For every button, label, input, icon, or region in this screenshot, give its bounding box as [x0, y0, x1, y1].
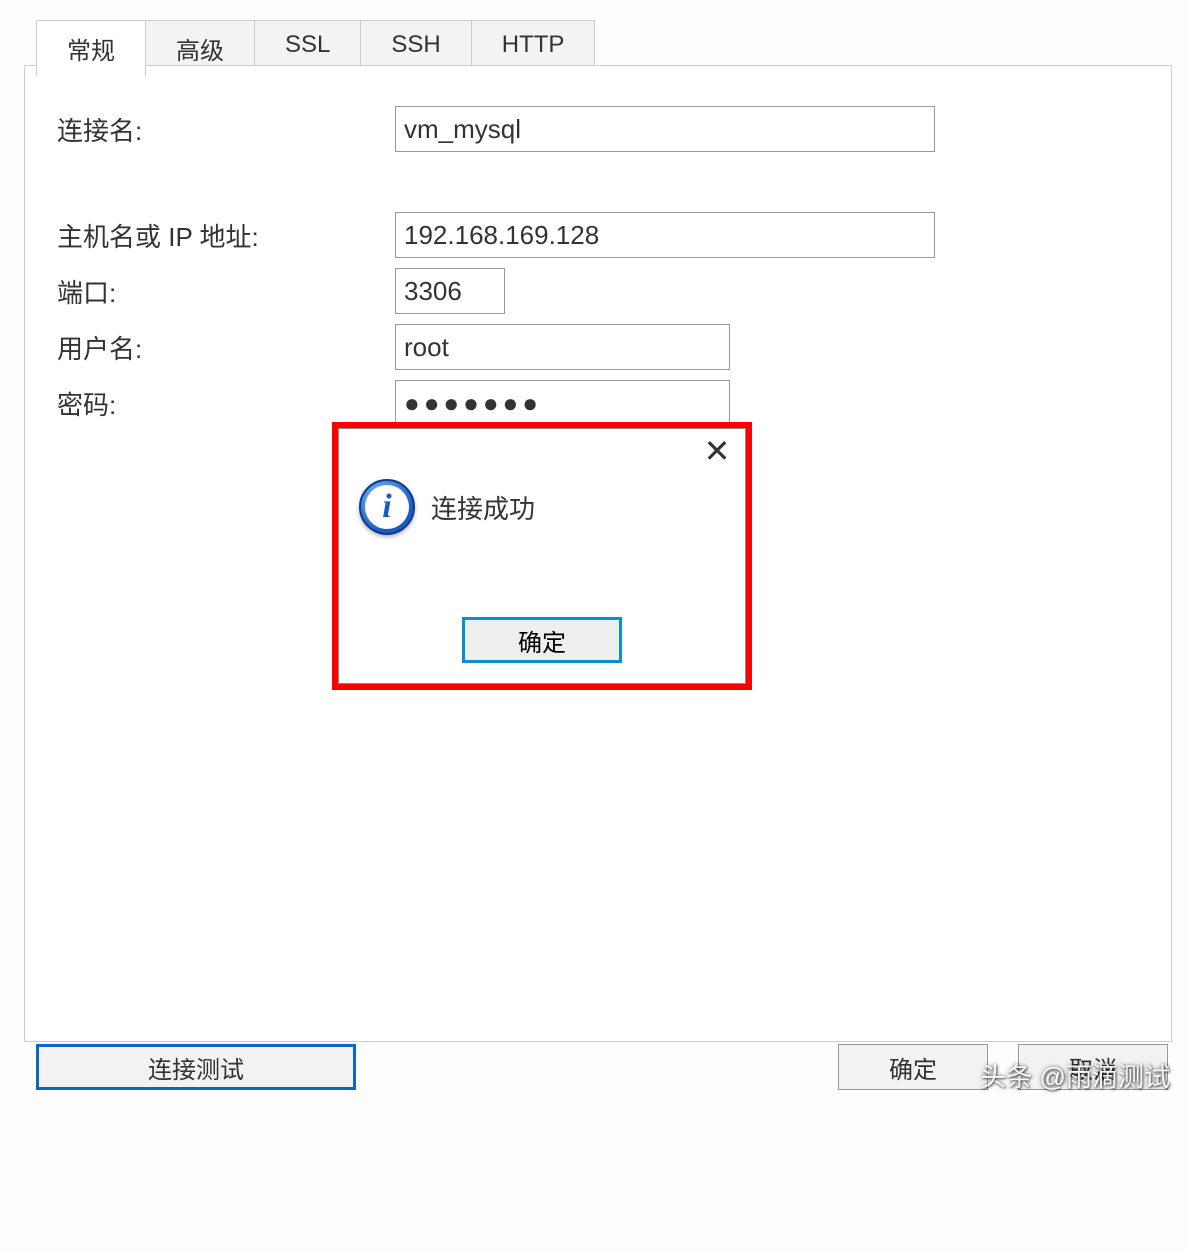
row-host: 主机名或 IP 地址: [25, 212, 1171, 258]
row-connection-name: 连接名: [25, 106, 1171, 152]
info-icon-glyph: i [365, 485, 409, 529]
dialog-footer: 确定 [339, 617, 745, 683]
message-dialog-inner: ✕ i 连接成功 确定 [338, 428, 746, 684]
input-port[interactable] [395, 268, 505, 314]
label-port: 端口: [25, 273, 395, 310]
cancel-button[interactable]: 取消 [1018, 1044, 1168, 1090]
tab-general[interactable]: 常规 [36, 20, 146, 77]
row-port: 端口: [25, 268, 1171, 314]
message-dialog: ✕ i 连接成功 确定 [332, 422, 752, 690]
row-user: 用户名: [25, 324, 1171, 370]
input-host[interactable] [395, 212, 935, 258]
connection-dialog-window: 常规 高级 SSL SSH HTTP 连接名: 主机名或 IP 地址: 端口: … [0, 0, 1188, 1252]
close-icon[interactable]: ✕ [699, 435, 735, 467]
label-connection-name: 连接名: [25, 111, 395, 148]
label-user: 用户名: [25, 329, 395, 366]
dialog-body: i 连接成功 [339, 429, 745, 555]
ok-button[interactable]: 确定 [838, 1044, 988, 1090]
row-password: 密码: [25, 380, 1171, 426]
dialog-ok-button[interactable]: 确定 [462, 617, 622, 663]
test-connection-button[interactable]: 连接测试 [36, 1044, 356, 1090]
input-connection-name[interactable] [395, 106, 935, 152]
form-block: 连接名: 主机名或 IP 地址: 端口: 用户名: 密码: [25, 96, 1171, 426]
label-host: 主机名或 IP 地址: [25, 217, 395, 254]
label-password: 密码: [25, 385, 395, 422]
dialog-message: 连接成功 [431, 489, 535, 526]
info-icon: i [359, 479, 415, 535]
input-user[interactable] [395, 324, 730, 370]
input-password[interactable] [395, 380, 730, 426]
